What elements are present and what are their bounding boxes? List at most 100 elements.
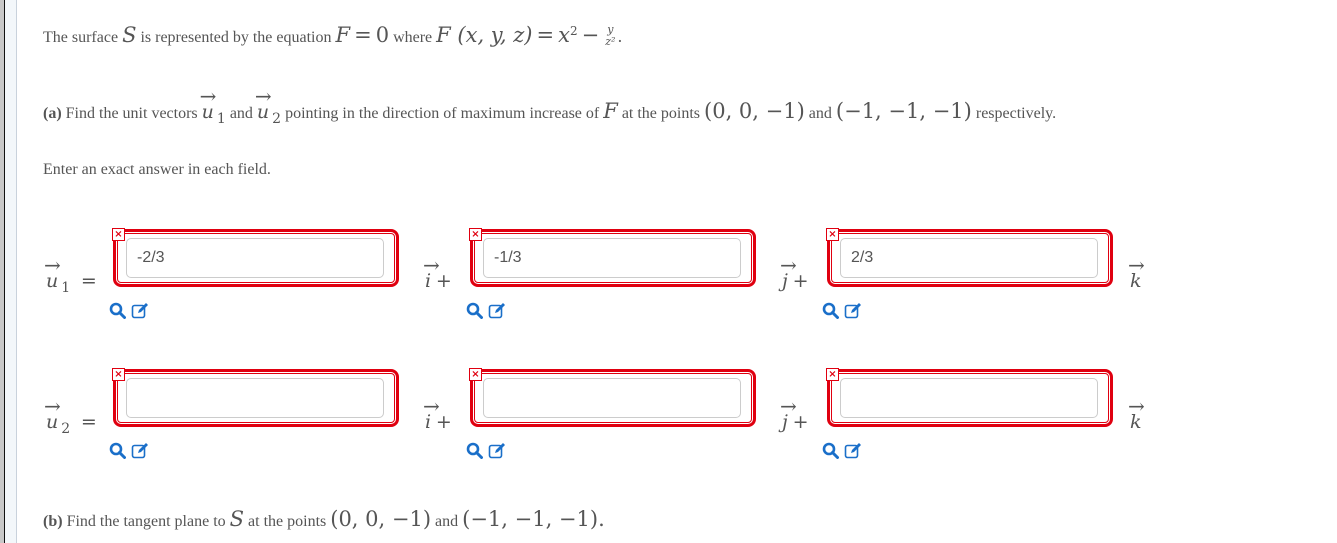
answer-input-u2-j[interactable] bbox=[483, 378, 741, 418]
part-a-text-3: at the points bbox=[621, 105, 701, 122]
edit-icon[interactable] bbox=[488, 442, 506, 459]
vector-arrow-icon: → bbox=[423, 394, 440, 418]
point-1: (0, 0, −1) bbox=[330, 507, 432, 531]
answer-input-u2-k[interactable] bbox=[840, 378, 1098, 418]
basis-k-label: → k bbox=[1128, 396, 1145, 434]
subscript: 2 bbox=[61, 421, 71, 437]
f-symbol: F bbox=[335, 23, 351, 47]
vector-arrow-icon: → bbox=[44, 253, 61, 277]
and-text-2: and bbox=[808, 105, 832, 122]
answer-tools bbox=[109, 442, 149, 459]
x-variable: x bbox=[558, 23, 570, 47]
vector-u1: → u 1 bbox=[200, 86, 226, 127]
basis-i-label: → i + bbox=[423, 255, 452, 293]
surface-symbol: S bbox=[122, 23, 137, 47]
part-a-text-2: pointing in the direction of maximum inc… bbox=[285, 105, 600, 122]
zero: 0 bbox=[375, 23, 390, 47]
basis-j-label: → j + bbox=[780, 255, 809, 293]
function-signature: F (x, y, z) bbox=[436, 23, 533, 47]
subscript: 2 bbox=[272, 111, 282, 127]
answer-input-u1-k[interactable] bbox=[840, 238, 1098, 278]
edit-icon[interactable] bbox=[488, 302, 506, 319]
error-x-icon: × bbox=[112, 368, 125, 381]
period: . bbox=[598, 507, 605, 531]
surface-symbol: S bbox=[229, 507, 245, 531]
vector-arrow-icon: → bbox=[44, 394, 61, 418]
vector-u2-label: → u 2 = bbox=[44, 396, 97, 437]
instruction: Enter an exact answer in each field. bbox=[43, 161, 271, 178]
side-panel bbox=[5, 0, 17, 543]
edit-icon[interactable] bbox=[844, 442, 862, 459]
search-icon[interactable] bbox=[822, 442, 839, 459]
vector-u1-label: → u 1 = bbox=[44, 255, 97, 296]
answer-field-container: × bbox=[826, 228, 1113, 287]
where-text: where bbox=[393, 29, 433, 46]
subscript: 1 bbox=[61, 280, 71, 296]
part-b-text: Find the tangent plane to bbox=[66, 513, 226, 530]
answer-tools bbox=[109, 302, 149, 319]
answer-field-container: × bbox=[469, 368, 756, 427]
search-icon[interactable] bbox=[822, 302, 839, 319]
answer-field-container: × bbox=[112, 368, 399, 427]
edit-icon[interactable] bbox=[131, 442, 149, 459]
part-a-prompt: (a) Find the unit vectors → u 1 and → u 2 po… bbox=[43, 86, 1057, 127]
part-b-prompt: (b) Find the tangent plane to S at the p… bbox=[43, 507, 605, 531]
vector-arrow-icon: → bbox=[1128, 253, 1145, 277]
point-2: (−1, −1, −1) bbox=[462, 507, 599, 531]
vector-u2: → u 2 bbox=[255, 86, 282, 127]
answer-tools bbox=[822, 302, 862, 319]
equals-sign: = bbox=[80, 411, 97, 433]
vector-arrow-icon: → bbox=[254, 84, 272, 108]
basis-k-label: → k bbox=[1128, 255, 1145, 293]
subscript: 1 bbox=[216, 111, 226, 127]
answer-tools bbox=[466, 302, 506, 319]
edit-icon[interactable] bbox=[131, 302, 149, 319]
search-icon[interactable] bbox=[109, 302, 126, 319]
error-x-icon: × bbox=[826, 368, 839, 381]
and-text: and bbox=[435, 513, 459, 530]
period: . bbox=[617, 27, 623, 46]
vector-arrow-icon: → bbox=[199, 84, 217, 108]
error-x-icon: × bbox=[112, 228, 125, 241]
intro-text-mid: is represented by the equation bbox=[140, 29, 332, 46]
fraction-denominator: z² bbox=[605, 34, 616, 48]
answer-tools bbox=[822, 442, 862, 459]
answer-input-u2-i[interactable] bbox=[126, 378, 384, 418]
part-b-text-2: at the points bbox=[248, 513, 327, 530]
search-icon[interactable] bbox=[466, 302, 483, 319]
equals-sign: = bbox=[80, 270, 97, 292]
exponent: 2 bbox=[569, 24, 578, 38]
point-1: (0, 0, −1) bbox=[704, 99, 805, 123]
f-symbol: F bbox=[603, 99, 618, 123]
error-x-icon: × bbox=[826, 228, 839, 241]
point-2: (−1, −1, −1) bbox=[835, 99, 972, 123]
basis-i-label: → i + bbox=[423, 396, 452, 434]
answer-input-u1-j[interactable] bbox=[483, 238, 741, 278]
vector-arrow-icon: → bbox=[780, 394, 797, 418]
answer-field-container: × bbox=[469, 228, 756, 287]
search-icon[interactable] bbox=[466, 442, 483, 459]
equals-sign-2: = bbox=[536, 23, 555, 47]
answer-input-u1-i[interactable] bbox=[126, 238, 384, 278]
part-a-label: (a) bbox=[43, 105, 62, 122]
and-text: and bbox=[229, 105, 253, 122]
part-a-text: Find the unit vectors bbox=[65, 105, 198, 122]
answer-field-container: × bbox=[826, 368, 1113, 427]
error-x-icon: × bbox=[469, 368, 482, 381]
vector-arrow-icon: → bbox=[1128, 394, 1145, 418]
search-icon[interactable] bbox=[109, 442, 126, 459]
answer-tools bbox=[466, 442, 506, 459]
intro-text: The surface bbox=[43, 29, 119, 46]
problem-intro: The surface S is represented by the equa… bbox=[43, 23, 623, 50]
vector-arrow-icon: → bbox=[780, 253, 797, 277]
vector-arrow-icon: → bbox=[423, 253, 440, 277]
part-a-text-4: respectively. bbox=[975, 105, 1057, 122]
fraction: y z² bbox=[605, 24, 615, 47]
part-b-label: (b) bbox=[43, 513, 63, 530]
error-x-icon: × bbox=[469, 228, 482, 241]
basis-j-label: → j + bbox=[780, 396, 809, 434]
answer-field-container: × bbox=[112, 228, 399, 287]
edit-icon[interactable] bbox=[844, 302, 862, 319]
minus-sign: − bbox=[581, 23, 600, 47]
equals-sign: = bbox=[354, 23, 372, 47]
